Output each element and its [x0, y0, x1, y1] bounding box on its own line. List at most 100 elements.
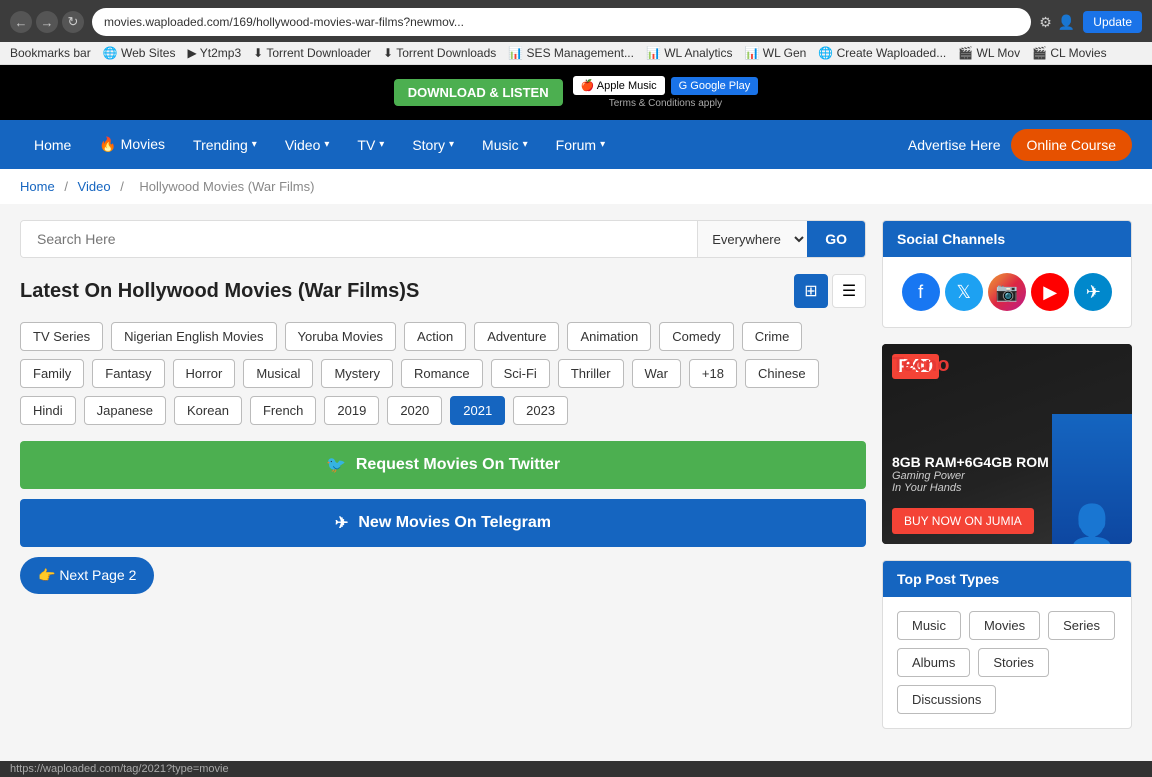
filter-comedy[interactable]: Comedy [659, 322, 733, 351]
nav-movies[interactable]: 🔥 Movies [85, 120, 179, 169]
sidebar: Social Channels f 𝕏 📷 ▶ ✈ Tecno P4D 8GB … [882, 220, 1132, 745]
nav-forum[interactable]: Forum ▾ [542, 121, 619, 169]
facebook-icon[interactable]: f [902, 273, 940, 311]
new-telegram-button[interactable]: ✈ New Movies On Telegram [20, 499, 866, 547]
extensions-icon[interactable]: ⚙ [1039, 14, 1052, 31]
filter-french[interactable]: French [250, 396, 316, 425]
advertise-button[interactable]: Advertise Here [908, 137, 1001, 153]
bookmark-web-sites[interactable]: 🌐 Web Sites [103, 46, 176, 60]
top-post-types-header: Top Post Types [883, 561, 1131, 597]
filter-nigerian-english[interactable]: Nigerian English Movies [111, 322, 276, 351]
music-chevron: ▾ [523, 139, 528, 150]
online-course-button[interactable]: Online Course [1011, 129, 1133, 161]
status-bar: https://waploaded.com/tag/2021?type=movi… [0, 761, 1152, 777]
grid-view-button[interactable]: ⊞ [794, 274, 828, 308]
filter-tv-series[interactable]: TV Series [20, 322, 103, 351]
sidebar-ad[interactable]: Tecno P4D 8GB RAM+6G4GB ROM Gaming Power… [882, 344, 1132, 544]
title-row: Latest On Hollywood Movies (War Films)S … [20, 274, 866, 308]
post-type-stories[interactable]: Stories [978, 648, 1048, 677]
bookmark-torrent-downloader[interactable]: ⬇ Torrent Downloader [253, 46, 371, 60]
sidebar-ad-inner: Tecno P4D 8GB RAM+6G4GB ROM Gaming Power… [882, 344, 1132, 544]
nav-trending[interactable]: Trending ▾ [179, 121, 271, 169]
breadcrumb-home[interactable]: Home [20, 179, 55, 194]
filter-adventure[interactable]: Adventure [474, 322, 559, 351]
filter-korean[interactable]: Korean [174, 396, 242, 425]
filter-japanese[interactable]: Japanese [84, 396, 166, 425]
filter-animation[interactable]: Animation [567, 322, 651, 351]
filter-mystery[interactable]: Mystery [321, 359, 393, 388]
filter-thriller[interactable]: Thriller [558, 359, 624, 388]
filter-musical[interactable]: Musical [243, 359, 313, 388]
filter-2019[interactable]: 2019 [324, 396, 379, 425]
top-ad-bar: DOWNLOAD & LISTEN 🍎 Apple Music G Google… [0, 65, 1152, 120]
bookmark-cl-movies[interactable]: 🎬 CL Movies [1032, 46, 1107, 60]
telegram-icon[interactable]: ✈ [1074, 273, 1112, 311]
nav-video[interactable]: Video ▾ [271, 121, 344, 169]
view-toggles: ⊞ ☰ [794, 274, 866, 308]
bookmark-wl-mov[interactable]: 🎬 WL Mov [958, 46, 1020, 60]
ad-content[interactable]: DOWNLOAD & LISTEN 🍎 Apple Music G Google… [394, 76, 758, 109]
filter-crime[interactable]: Crime [742, 322, 803, 351]
breadcrumb-video[interactable]: Video [78, 179, 111, 194]
filter-2020[interactable]: 2020 [387, 396, 442, 425]
ad-logo: DOWNLOAD & LISTEN [394, 79, 563, 106]
next-page-button[interactable]: 👉 Next Page 2 [20, 557, 154, 594]
nav-home[interactable]: Home [20, 121, 85, 169]
breadcrumb-sep1: / [64, 179, 71, 194]
post-type-movies[interactable]: Movies [969, 611, 1040, 640]
filter-18plus[interactable]: +18 [689, 359, 737, 388]
bookmark-create-waploaded[interactable]: 🌐 Create Waploaded... [818, 46, 946, 60]
filter-fantasy[interactable]: Fantasy [92, 359, 164, 388]
forward-button[interactable]: → [36, 11, 58, 33]
instagram-icon[interactable]: 📷 [988, 273, 1026, 311]
filter-war[interactable]: War [632, 359, 681, 388]
filter-horror[interactable]: Horror [173, 359, 236, 388]
bookmark-wl-analytics[interactable]: 📊 WL Analytics [646, 46, 733, 60]
post-type-albums[interactable]: Albums [897, 648, 970, 677]
filter-2021[interactable]: 2021 [450, 396, 505, 425]
twitter-label: Request Movies On Twitter [356, 456, 560, 474]
social-icons: f 𝕏 📷 ▶ ✈ [883, 257, 1131, 327]
bookmark-torrent-downloads[interactable]: ⬇ Torrent Downloads [383, 46, 496, 60]
post-type-tags: Music Movies Series Albums Stories Discu… [883, 597, 1131, 728]
refresh-button[interactable]: ↻ [62, 11, 84, 33]
filter-2023[interactable]: 2023 [513, 396, 568, 425]
bookmark-bar-label: Bookmarks bar [10, 46, 91, 60]
post-type-discussions[interactable]: Discussions [897, 685, 996, 714]
search-input[interactable] [21, 221, 697, 257]
ad-buy-button[interactable]: BUY NOW ON JUMIA [892, 508, 1034, 534]
filter-family[interactable]: Family [20, 359, 84, 388]
bookmark-ses[interactable]: 📊 SES Management... [508, 46, 634, 60]
filter-romance[interactable]: Romance [401, 359, 483, 388]
bookmark-yt2mp3[interactable]: ▶ Yt2mp3 [187, 46, 241, 60]
profile-icon[interactable]: 👤 [1058, 14, 1075, 31]
nav-tv[interactable]: TV ▾ [343, 121, 398, 169]
address-bar[interactable]: movies.waploaded.com/169/hollywood-movie… [92, 8, 1031, 36]
youtube-icon[interactable]: ▶ [1031, 273, 1069, 311]
nav-music[interactable]: Music ▾ [468, 121, 542, 169]
request-twitter-button[interactable]: 🐦 Request Movies On Twitter [20, 441, 866, 489]
trending-chevron: ▾ [252, 139, 257, 150]
filter-chinese[interactable]: Chinese [745, 359, 819, 388]
list-view-button[interactable]: ☰ [832, 274, 866, 308]
post-type-music[interactable]: Music [897, 611, 961, 640]
bookmark-wl-gen[interactable]: 📊 WL Gen [744, 46, 806, 60]
main-layout: Everywhere GO Latest On Hollywood Movies… [0, 204, 1152, 761]
nav-story[interactable]: Story ▾ [398, 121, 468, 169]
update-button[interactable]: Update [1083, 11, 1142, 33]
filter-sci-fi[interactable]: Sci-Fi [491, 359, 550, 388]
filter-yoruba[interactable]: Yoruba Movies [285, 322, 397, 351]
ad-specs: 8GB RAM+6G4GB ROM Gaming PowerIn Your Ha… [892, 454, 1049, 494]
top-post-types-card: Top Post Types Music Movies Series Album… [882, 560, 1132, 729]
search-go-button[interactable]: GO [807, 221, 865, 257]
search-bar: Everywhere GO [20, 220, 866, 258]
filter-action[interactable]: Action [404, 322, 466, 351]
search-location-select[interactable]: Everywhere [697, 221, 807, 257]
filter-hindi[interactable]: Hindi [20, 396, 76, 425]
post-type-series[interactable]: Series [1048, 611, 1115, 640]
browser-chrome: ← → ↻ movies.waploaded.com/169/hollywood… [0, 0, 1152, 42]
back-button[interactable]: ← [10, 11, 32, 33]
breadcrumb: Home / Video / Hollywood Movies (War Fil… [0, 169, 1152, 204]
twitter-icon[interactable]: 𝕏 [945, 273, 983, 311]
nav-links: Home 🔥 Movies Trending ▾ Video ▾ TV ▾ St… [20, 120, 619, 169]
